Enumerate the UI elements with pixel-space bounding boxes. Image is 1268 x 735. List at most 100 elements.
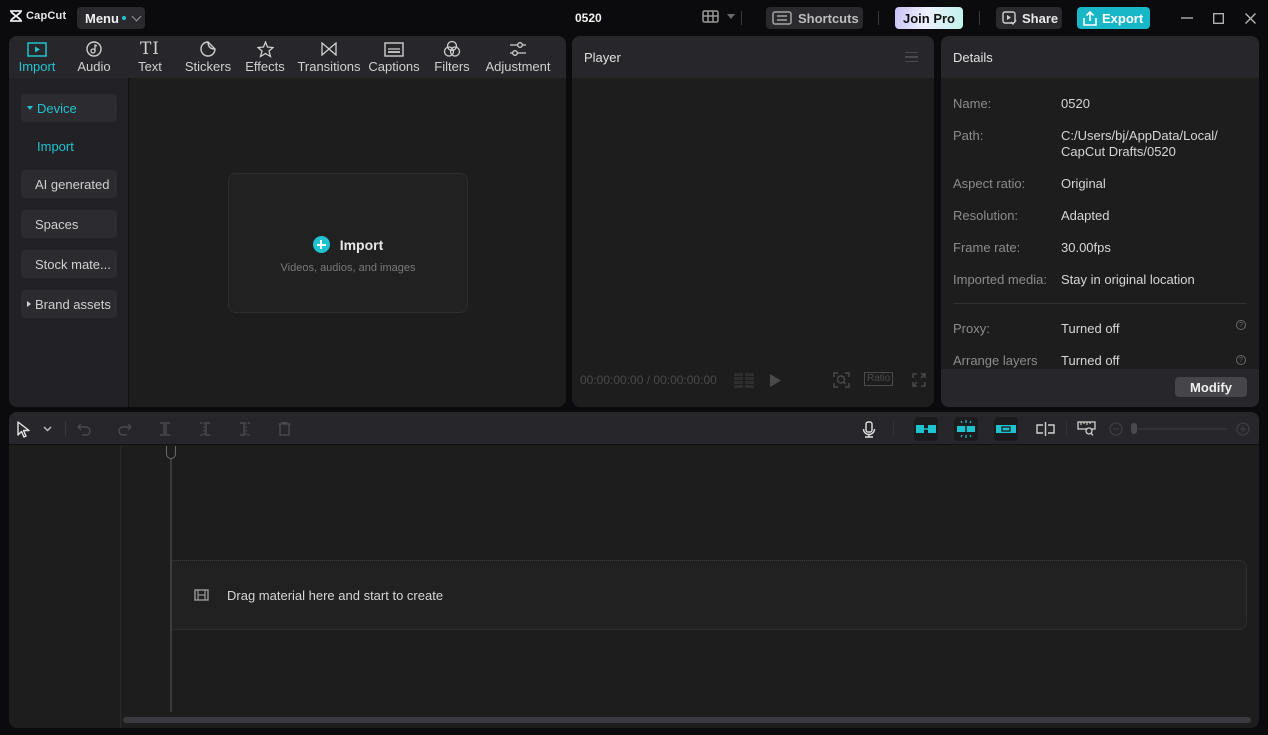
- track-headers: [9, 446, 121, 728]
- preview-axis-toggle[interactable]: [1036, 419, 1055, 439]
- zoom-in-button[interactable]: [1236, 419, 1250, 439]
- split-right-button[interactable]: [239, 419, 251, 439]
- undo-button[interactable]: [77, 419, 91, 439]
- player-header: Player: [572, 36, 934, 78]
- import-button[interactable]: Import: [229, 236, 467, 253]
- menu-label: Menu: [85, 10, 119, 26]
- tab-effects[interactable]: Effects: [244, 39, 286, 77]
- link-icon: [996, 425, 1016, 433]
- fullscreen-icon[interactable]: [912, 373, 926, 387]
- playhead[interactable]: [170, 458, 172, 712]
- import-title: Import: [339, 236, 384, 253]
- join-pro-button[interactable]: Join Pro: [895, 7, 963, 29]
- maximize-button[interactable]: [1209, 9, 1227, 27]
- export-button[interactable]: Export: [1077, 7, 1150, 29]
- transitions-icon: [321, 42, 337, 56]
- detail-label: Proxy:: [953, 321, 990, 336]
- layout-button[interactable]: [702, 10, 735, 23]
- sidebar-item-ai-generated[interactable]: AI generated: [21, 170, 117, 198]
- keyboard-icon: [772, 11, 792, 25]
- tab-audio[interactable]: Audio: [73, 39, 115, 77]
- zoom-out-button[interactable]: [1109, 419, 1123, 439]
- help-icon[interactable]: ?: [1236, 355, 1246, 365]
- minimize-button[interactable]: [1178, 9, 1196, 27]
- sidebar-item-import[interactable]: Import: [37, 139, 74, 154]
- close-button[interactable]: [1241, 9, 1259, 27]
- help-icon[interactable]: ?: [1236, 320, 1246, 330]
- sidebar-item-device[interactable]: Device: [21, 94, 117, 122]
- zoom-to-fit-button[interactable]: [1077, 419, 1096, 439]
- preview-axis-icon: [1036, 422, 1055, 436]
- tab-stickers[interactable]: Stickers: [184, 39, 232, 77]
- sidebar-item-label: Stock mate...: [35, 256, 111, 272]
- linkage-toggle[interactable]: [994, 417, 1018, 441]
- tab-label: Adjustment: [485, 59, 551, 74]
- menu-icon[interactable]: [905, 52, 918, 62]
- select-tool-button[interactable]: [17, 419, 31, 439]
- tab-import[interactable]: Import: [14, 39, 60, 77]
- play-icon[interactable]: [770, 374, 781, 387]
- delete-button[interactable]: [278, 419, 291, 439]
- minimize-icon: [1181, 17, 1193, 19]
- import-dropzone[interactable]: Import Videos, audios, and images: [228, 173, 468, 313]
- ratio-button[interactable]: Ratio: [864, 372, 894, 386]
- detail-value: Stay in original location: [1061, 272, 1195, 287]
- playhead-handle[interactable]: [166, 446, 176, 459]
- capcut-logo: CapCut: [9, 10, 66, 22]
- close-icon: [1244, 12, 1256, 24]
- zoom-out-icon: [1109, 422, 1123, 436]
- timeline-dropzone[interactable]: Drag material here and start to create: [172, 560, 1247, 630]
- tab-adjustment[interactable]: Adjustment: [483, 39, 553, 77]
- split-left-button[interactable]: [199, 419, 211, 439]
- record-audio-button[interactable]: [862, 419, 876, 439]
- trash-icon: [278, 422, 291, 436]
- divider: [1066, 421, 1067, 436]
- split-left-icon: [200, 422, 210, 436]
- caret-down-icon: [27, 106, 33, 110]
- tab-label: Effects: [245, 59, 285, 74]
- split-button[interactable]: [159, 419, 171, 439]
- tab-transitions[interactable]: Transitions: [297, 39, 361, 77]
- plus-icon: [312, 236, 330, 253]
- sidebar-item-label: Spaces: [35, 216, 79, 232]
- details-footer: Modify: [941, 369, 1259, 407]
- detail-label: Aspect ratio:: [953, 176, 1026, 191]
- timeline-zoom-handle[interactable]: [1131, 423, 1137, 434]
- detail-value: C:/Users/bj/AppData/Local/: [1061, 128, 1218, 143]
- timeline-horizontal-scrollbar[interactable]: [123, 717, 1251, 723]
- main-track-magnet-toggle[interactable]: [914, 417, 938, 441]
- zoom-in-icon: [1236, 422, 1250, 436]
- sidebar-item-label: AI generated: [35, 176, 110, 192]
- import-subtitle: Videos, audios, and images: [280, 262, 416, 274]
- menu-button[interactable]: Menu: [77, 7, 145, 29]
- details-header: Details: [941, 36, 1259, 78]
- sidebar-item-stock-material[interactable]: Stock mate...: [21, 250, 117, 278]
- tab-filters[interactable]: Filters: [433, 39, 471, 77]
- tab-text[interactable]: TI Text: [135, 39, 165, 77]
- player-title: Player: [584, 50, 621, 65]
- detail-value: 0520: [1061, 96, 1090, 111]
- microphone-icon: [862, 420, 876, 438]
- select-tool-dropdown[interactable]: [43, 419, 52, 439]
- redo-button[interactable]: [118, 419, 132, 439]
- detail-value: Turned off: [1061, 353, 1120, 368]
- zoom-fit-icon[interactable]: [833, 372, 850, 388]
- share-button[interactable]: Share: [996, 7, 1062, 29]
- tab-label: Filters: [434, 59, 470, 74]
- adjustment-icon: [510, 42, 526, 56]
- dropzone-text: Drag material here and start to create: [227, 588, 444, 603]
- tab-captions[interactable]: Captions: [367, 39, 421, 77]
- sidebar-item-brand-assets[interactable]: Brand assets: [21, 290, 117, 318]
- player-controls: 00:00:00:00 / 00:00:00:00 Ratio: [572, 370, 934, 392]
- grid-icon[interactable]: [734, 373, 754, 388]
- divider: [979, 11, 980, 25]
- detail-label: Name:: [953, 96, 992, 111]
- timeline-zoom-slider[interactable]: [1131, 428, 1227, 430]
- shortcuts-button[interactable]: Shortcuts: [766, 7, 863, 29]
- timecode: 00:00:00:00 / 00:00:00:00: [580, 373, 717, 387]
- auto-snapping-toggle[interactable]: [954, 417, 978, 441]
- modify-button[interactable]: Modify: [1175, 377, 1247, 397]
- upload-icon: [1083, 10, 1097, 26]
- sidebar-item-spaces[interactable]: Spaces: [21, 210, 117, 238]
- import-icon: [27, 41, 47, 57]
